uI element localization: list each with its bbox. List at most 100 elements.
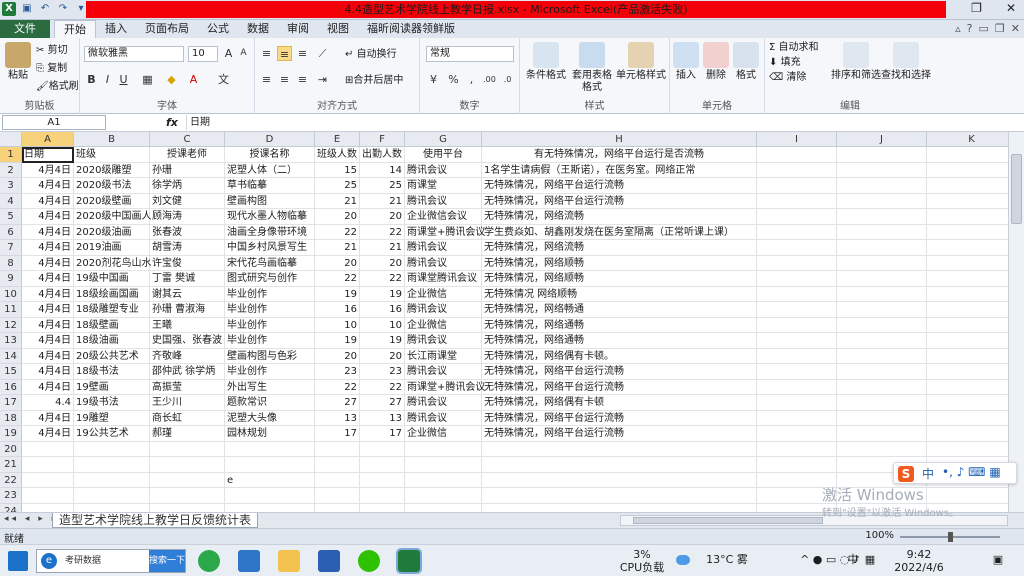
percent-icon[interactable]: % (446, 72, 461, 87)
cell[interactable]: 18级绘画国画 (74, 286, 150, 302)
align-middle-icon[interactable]: ≡ (277, 46, 292, 61)
row-header[interactable]: 20 (0, 441, 22, 457)
fill-button[interactable]: ⬇ 填充 (769, 56, 801, 69)
cell[interactable]: 19壁画 (74, 379, 150, 395)
cell[interactable]: 21 (315, 193, 360, 209)
cell[interactable]: 腾讯会议 (405, 240, 482, 256)
cell[interactable]: 企业微信会议 (405, 209, 482, 225)
cell[interactable]: 图式研究与创作 (225, 271, 315, 287)
cell[interactable] (757, 162, 837, 178)
cell[interactable] (405, 472, 482, 488)
cell[interactable]: 16 (360, 302, 405, 318)
row-header[interactable]: 4 (0, 193, 22, 209)
column-header-F[interactable]: F (360, 132, 405, 147)
column-header-E[interactable]: E (315, 132, 360, 147)
cell[interactable]: 无特殊情况，网络畅通 (482, 302, 757, 318)
cell[interactable] (757, 379, 837, 395)
cell[interactable]: 徐学炳 (150, 178, 225, 194)
row-header[interactable]: 16 (0, 379, 22, 395)
cell[interactable]: 13 (360, 410, 405, 426)
cell[interactable] (150, 503, 225, 512)
cell[interactable]: 油画全身像带环境 (225, 224, 315, 240)
cell[interactable]: 授课名称 (225, 147, 315, 163)
cell[interactable]: 商长虹 (150, 410, 225, 426)
cell[interactable]: 27 (360, 395, 405, 411)
cell[interactable] (927, 426, 1008, 442)
row-header[interactable]: 13 (0, 333, 22, 349)
cell[interactable]: 18级壁画 (74, 317, 150, 333)
row-header[interactable]: 15 (0, 364, 22, 380)
cell[interactable]: 18级书法 (74, 364, 150, 380)
comma-icon[interactable]: , (464, 72, 479, 87)
cell[interactable]: 外出写生 (225, 379, 315, 395)
cell[interactable]: 日期 (22, 147, 74, 163)
app-360-icon[interactable] (198, 550, 220, 572)
cell[interactable]: 题款常识 (225, 395, 315, 411)
cell[interactable]: 4月4日 (22, 379, 74, 395)
app-store-icon[interactable] (238, 550, 260, 572)
align-right-icon[interactable]: ≡ (295, 72, 310, 87)
row-header[interactable]: 23 (0, 488, 22, 504)
cell[interactable] (405, 488, 482, 504)
zoom-knob[interactable] (948, 532, 953, 542)
cell[interactable] (74, 457, 150, 473)
row-header[interactable]: 8 (0, 255, 22, 271)
cell-styles-button[interactable]: 单元格样式 (614, 42, 668, 82)
cell[interactable]: 19雕塑 (74, 410, 150, 426)
cell[interactable] (927, 333, 1008, 349)
cell[interactable]: 出勤人数 (360, 147, 405, 163)
number-format-combo[interactable]: 常规 (426, 46, 514, 62)
cell[interactable] (837, 147, 927, 163)
help-icon[interactable]: ? (967, 22, 973, 35)
cell[interactable]: 17 (360, 426, 405, 442)
cell[interactable] (757, 147, 837, 163)
weather-text[interactable]: 13°C 雾 (692, 554, 762, 566)
cell[interactable]: 草书临摹 (225, 178, 315, 194)
cell[interactable] (927, 395, 1008, 411)
cell[interactable] (225, 441, 315, 457)
row-header[interactable]: 5 (0, 209, 22, 225)
format-as-table-button[interactable]: 套用表格格式 (572, 42, 612, 94)
cell[interactable] (482, 457, 757, 473)
cell[interactable]: 23 (315, 364, 360, 380)
cell[interactable]: 20 (315, 348, 360, 364)
cell[interactable]: 22 (315, 224, 360, 240)
cell[interactable] (927, 302, 1008, 318)
cell[interactable] (482, 488, 757, 504)
cell[interactable]: 无特殊情况，网络平台运行流畅 (482, 193, 757, 209)
row-header[interactable]: 6 (0, 224, 22, 240)
tab-foxit[interactable]: 福昕阅读器领鲜版 (358, 20, 464, 38)
cell[interactable]: 无特殊情况，网络顺畅 (482, 271, 757, 287)
cell[interactable] (927, 411, 1008, 426)
cell[interactable]: 胡雪涛 (150, 240, 225, 256)
cell[interactable]: 15 (315, 162, 360, 178)
cell[interactable]: 4月4日 (22, 317, 74, 333)
cell[interactable]: 邵仲武 徐学炳 (150, 364, 225, 380)
cell[interactable] (22, 441, 74, 457)
cell[interactable] (927, 349, 1008, 364)
notification-icon[interactable]: ▣ (990, 554, 1006, 566)
cell[interactable]: 4月4日 (22, 286, 74, 302)
cell[interactable] (757, 364, 837, 380)
cell[interactable]: 4月4日 (22, 302, 74, 318)
cell[interactable]: 无特殊情况，网络偶有卡顿。 (482, 348, 757, 364)
cell[interactable] (225, 503, 315, 512)
cell[interactable]: 4月4日 (22, 224, 74, 240)
cell[interactable]: 22 (360, 224, 405, 240)
cell[interactable]: 19 (315, 286, 360, 302)
cell[interactable] (927, 194, 1008, 209)
cell[interactable]: 无特殊情况，网络顺畅 (482, 255, 757, 271)
cell[interactable]: 1名学生请病假（王斯诺），在医务室。网络正常 (482, 162, 757, 178)
cell[interactable] (837, 348, 927, 364)
phonetic-icon[interactable]: 文 (216, 72, 231, 87)
row-header[interactable]: 1 (0, 147, 22, 163)
cell[interactable]: 腾讯会议 (405, 395, 482, 411)
cell[interactable]: 20 (315, 255, 360, 271)
cell[interactable] (150, 457, 225, 473)
decrease-decimal-icon[interactable]: .0 (500, 72, 515, 87)
underline-icon[interactable]: U (116, 72, 131, 87)
cell[interactable]: 中国乡村风景写生 (225, 240, 315, 256)
cell[interactable]: 长江雨课堂 (405, 348, 482, 364)
font-color-icon[interactable]: A (186, 72, 201, 87)
cell[interactable]: 园林规划 (225, 426, 315, 442)
